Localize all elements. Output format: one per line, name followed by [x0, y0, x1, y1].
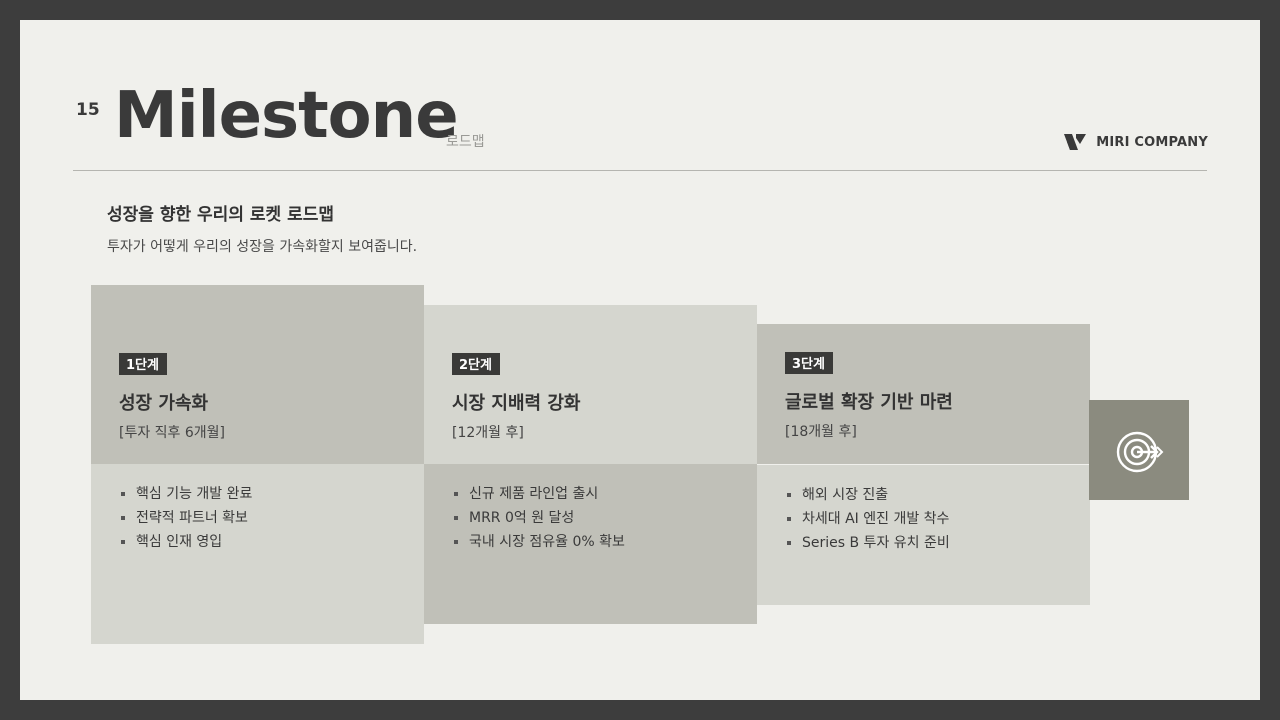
step-items: 신규 제품 라인업 출시 MRR 0억 원 달성 국내 시장 점유율 0% 확보	[452, 482, 757, 554]
step-title: 글로벌 확장 기반 마련	[785, 392, 953, 413]
target-icon	[1116, 431, 1164, 473]
list-item: 전략적 파트너 확보	[119, 506, 424, 530]
list-item: 핵심 기능 개발 완료	[119, 482, 424, 506]
goal-box	[1089, 400, 1189, 500]
slide: 15 Milestone 로드맵 MIRI COMPANY 성장을 향한 우리의…	[20, 20, 1260, 700]
miri-logo-icon	[1064, 134, 1087, 150]
step-title: 시장 지배력 강화	[452, 393, 581, 414]
step-title: 성장 가속화	[119, 393, 209, 414]
header-divider	[73, 170, 1207, 171]
step-header: 2단계 시장 지배력 강화 [12개월 후]	[424, 305, 757, 464]
step-badge: 1단계	[119, 353, 167, 375]
roadmap-step-1: 1단계 성장 가속화 [투자 직후 6개월] 핵심 기능 개발 완료 전략적 파…	[91, 285, 424, 644]
page-subtitle: 로드맵	[446, 134, 485, 150]
step-body: 해외 시장 진출 차세대 AI 엔진 개발 착수 Series B 투자 유치 …	[757, 465, 1090, 605]
company-brand: MIRI COMPANY	[1064, 132, 1208, 152]
roadmap-step-3: 3단계 글로벌 확장 기반 마련 [18개월 후] 해외 시장 진출 차세대 A…	[757, 324, 1090, 605]
step-period: [18개월 후]	[785, 424, 857, 440]
list-item: 해외 시장 진출	[785, 483, 1090, 507]
step-header: 1단계 성장 가속화 [투자 직후 6개월]	[91, 285, 424, 464]
list-item: 차세대 AI 엔진 개발 착수	[785, 507, 1090, 531]
list-item: 핵심 인재 영입	[119, 530, 424, 554]
page-number: 15	[76, 100, 100, 120]
step-body: 신규 제품 라인업 출시 MRR 0억 원 달성 국내 시장 점유율 0% 확보	[424, 464, 757, 624]
company-name: MIRI COMPANY	[1096, 134, 1208, 150]
section-heading: 성장을 향한 우리의 로켓 로드맵	[107, 205, 334, 225]
step-badge: 3단계	[785, 352, 833, 374]
section-description: 투자가 어떻게 우리의 성장을 가속화할지 보여줍니다.	[107, 239, 418, 255]
step-items: 핵심 기능 개발 완료 전략적 파트너 확보 핵심 인재 영입	[119, 482, 424, 554]
list-item: MRR 0억 원 달성	[452, 506, 757, 530]
step-period: [12개월 후]	[452, 425, 524, 441]
page-title: Milestone	[114, 79, 459, 153]
step-body: 핵심 기능 개발 완료 전략적 파트너 확보 핵심 인재 영입	[91, 464, 424, 644]
step-badge: 2단계	[452, 353, 500, 375]
list-item: 국내 시장 점유율 0% 확보	[452, 530, 757, 554]
step-header: 3단계 글로벌 확장 기반 마련 [18개월 후]	[757, 324, 1090, 464]
list-item: Series B 투자 유치 준비	[785, 531, 1090, 555]
step-period: [투자 직후 6개월]	[119, 425, 226, 441]
roadmap-step-2: 2단계 시장 지배력 강화 [12개월 후] 신규 제품 라인업 출시 MRR …	[424, 305, 757, 624]
step-items: 해외 시장 진출 차세대 AI 엔진 개발 착수 Series B 투자 유치 …	[785, 483, 1090, 555]
list-item: 신규 제품 라인업 출시	[452, 482, 757, 506]
